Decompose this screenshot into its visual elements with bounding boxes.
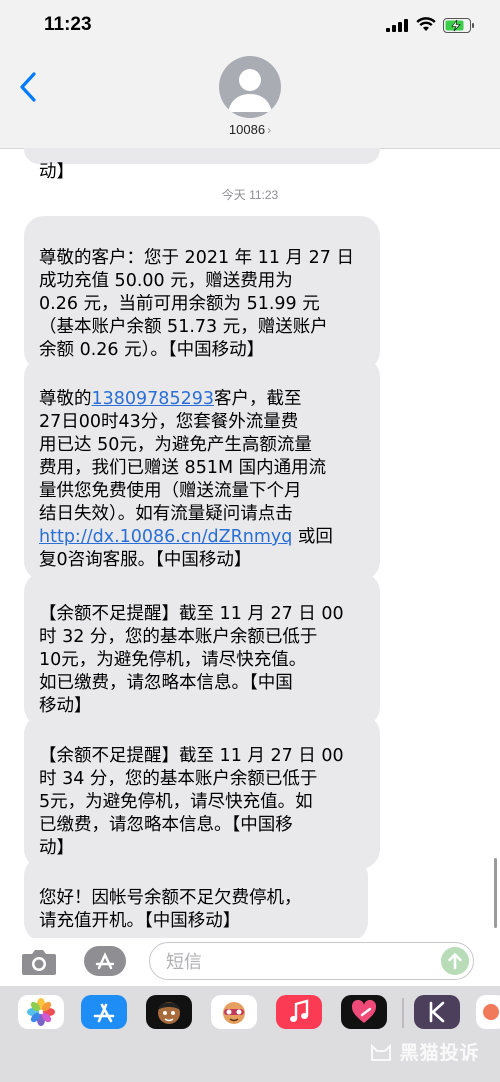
contact-name[interactable]: 10086 › bbox=[0, 122, 500, 137]
battery-charging-icon bbox=[443, 18, 474, 33]
message-input-field[interactable] bbox=[149, 942, 474, 980]
message-bubble[interactable]: 【余额不足提醒】截至 11 月 27 日 00 时 32 分，您的基本账户余额已… bbox=[24, 572, 380, 727]
message-text: 【余额不足提醒】截至 11 月 27 日 00 时 32 分，您的基本账户余额已… bbox=[39, 604, 344, 716]
person-icon bbox=[228, 69, 272, 112]
message-bubble[interactable]: 您好！因帐号余额不足欠费停机， 请充值开机。【中国移动】 bbox=[24, 856, 368, 938]
message-text: 客户，截至 27日00时43分，您套餐外流量费 用已达 50元，为避免产生高额流… bbox=[39, 389, 327, 524]
music-app-icon[interactable] bbox=[276, 995, 322, 1029]
contact-avatar[interactable] bbox=[219, 56, 281, 118]
animoji-app-icon[interactable] bbox=[211, 995, 257, 1029]
contact-number: 10086 bbox=[228, 122, 266, 137]
watermark-logo: 黑猫投诉 bbox=[370, 1038, 480, 1065]
back-chevron-icon[interactable] bbox=[16, 70, 42, 104]
status-time: 11:23 bbox=[44, 14, 92, 35]
heart-app-icon[interactable] bbox=[341, 995, 387, 1029]
chevron-right-icon: › bbox=[267, 123, 272, 137]
cat-logo-icon bbox=[371, 1043, 391, 1061]
extra-app-icon[interactable] bbox=[476, 995, 500, 1029]
message-bubble[interactable]: 尊敬的13809785293客户，截至 27日00时43分，您套餐外流量费 用已… bbox=[24, 357, 380, 581]
send-arrow-icon[interactable] bbox=[441, 947, 469, 975]
composer-bar bbox=[0, 938, 500, 986]
message-text: 动】 bbox=[39, 162, 74, 182]
photos-app-icon[interactable] bbox=[18, 995, 64, 1029]
cellular-signal-icon bbox=[386, 19, 408, 32]
camera-icon[interactable] bbox=[20, 946, 58, 978]
message-bubble-partial[interactable]: 动】 bbox=[24, 148, 380, 182]
memoji-app-icon[interactable] bbox=[146, 995, 192, 1029]
app-store-button-icon[interactable] bbox=[83, 945, 127, 977]
scrollbar[interactable] bbox=[494, 858, 497, 928]
status-bar: 11:23 bbox=[0, 0, 500, 52]
k-app-icon[interactable] bbox=[414, 995, 460, 1029]
phone-link[interactable]: 13809785293 bbox=[92, 389, 214, 409]
message-text: 尊敬的客户：您于 2021 年 11 月 27 日 成功充值 50.00 元，赠… bbox=[39, 248, 354, 360]
message-input[interactable] bbox=[164, 949, 428, 975]
message-text: 【余额不足提醒】截至 11 月 27 日 00 时 34 分，您的基本账户余额已… bbox=[39, 746, 344, 858]
app-store-icon[interactable] bbox=[81, 995, 127, 1029]
message-bubble[interactable]: 【余额不足提醒】截至 11 月 27 日 00 时 34 分，您的基本账户余额已… bbox=[24, 714, 380, 869]
conversation-header: 10086 › bbox=[0, 52, 500, 149]
timestamp: 今天 11:23 bbox=[221, 188, 279, 202]
url-link[interactable]: http://dx.10086.cn/dZRnmyq bbox=[39, 527, 292, 547]
drawer-divider bbox=[402, 998, 404, 1028]
message-thread[interactable]: 动】 今天 11:23 尊敬的客户：您于 2021 年 11 月 27 日 成功… bbox=[0, 148, 500, 938]
message-text: 尊敬的 bbox=[39, 389, 92, 409]
message-bubble[interactable]: 尊敬的客户：您于 2021 年 11 月 27 日 成功充值 50.00 元，赠… bbox=[24, 216, 380, 371]
wifi-icon bbox=[416, 17, 436, 31]
watermark-text: 黑猫投诉 bbox=[399, 1042, 480, 1064]
message-text: 您好！因帐号余额不足欠费停机， 请充值开机。【中国移动】 bbox=[39, 888, 302, 931]
app-drawer: 黑猫投诉 bbox=[0, 986, 500, 1082]
